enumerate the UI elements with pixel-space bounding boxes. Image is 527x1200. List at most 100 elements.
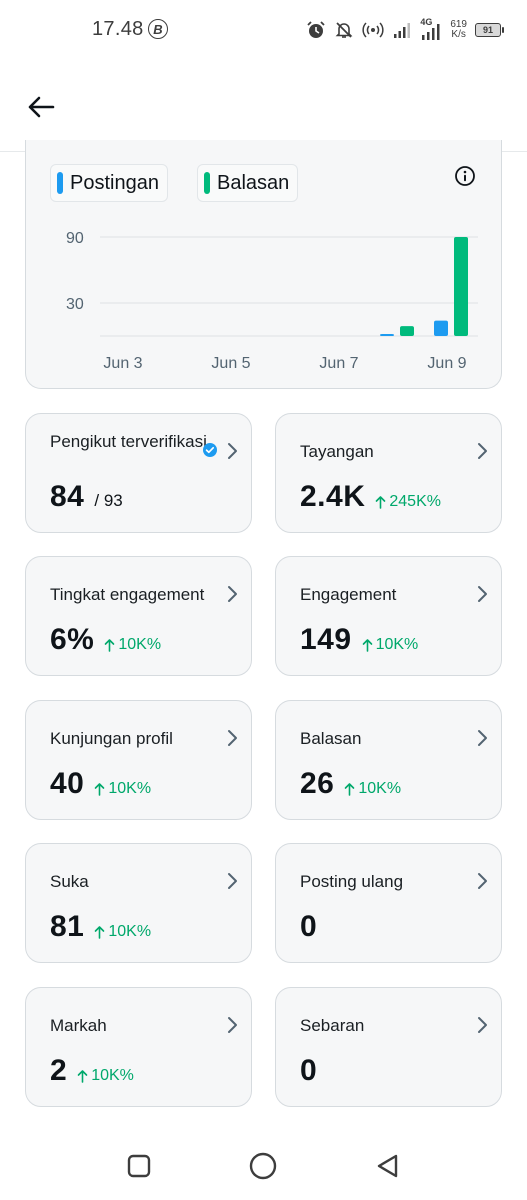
stat-value-row: 0 [300,1054,317,1088]
chevron-right-icon [478,730,487,746]
system-nav-bar [0,1128,527,1200]
mute-bell-icon [335,22,353,38]
chevron-right-icon [228,1017,237,1033]
arrow-up-icon [345,783,355,796]
stat-card[interactable]: Suka 81 10K% [25,843,252,963]
stat-value-row: 40 10K% [50,767,151,801]
stat-label: Engagement [300,585,397,604]
arrow-up-icon [95,926,105,939]
x-tick-label: Jun 9 [427,355,466,372]
bar-replies[interactable] [454,237,468,336]
legend-replies[interactable]: Balasan [197,164,299,202]
stat-change-value: 10K% [375,636,419,653]
y-tick-label: 90 [66,230,84,247]
stat-value: 0 [300,910,318,943]
stat-label: Markah [50,1016,107,1035]
arrow-up-icon [105,639,115,652]
stat-card[interactable]: Sebaran 0 [275,987,502,1107]
status-bar: 17.48 B 4G 619 K/s 91 [0,0,527,60]
stat-card[interactable]: Tayangan 2.4K 245K% [275,413,502,533]
stat-change-value: 10K% [108,780,152,797]
net-speed-unit: K/s [451,29,466,40]
chevron-right-icon [478,873,487,889]
stat-label: Sebaran [300,1016,365,1035]
stat-card[interactable]: Balasan 26 10K% [275,700,502,820]
recent-apps-button[interactable] [121,1148,157,1184]
arrow-left-icon [28,96,55,118]
arrow-up-icon [362,639,372,652]
network-4g-icon: 4G [420,17,442,41]
stat-change: 10K% [77,1067,134,1085]
app-badge-icon: B [148,19,168,39]
stat-value: 84 [50,480,85,513]
stat-change-value: 245K% [389,493,441,510]
circle-icon [249,1152,277,1180]
stat-card[interactable]: Pengikut terverifikasi 84 / 93 [25,413,252,533]
stat-change-value: 10K% [91,1067,134,1084]
hotspot-icon [362,22,384,38]
stat-label: Tayangan [300,442,374,461]
arrow-up-icon [376,496,386,509]
legend-replies-swatch [204,172,210,194]
stat-value-row: 2 10K% [50,1054,134,1088]
stat-change: 10K% [94,780,151,798]
home-button[interactable] [245,1148,281,1184]
stat-card[interactable]: Engagement 149 10K% [275,556,502,676]
chevron-right-icon [478,586,487,602]
back-button[interactable] [22,88,60,126]
stat-total: / 93 [94,491,123,510]
stat-card[interactable]: Kunjungan profil 40 10K% [25,700,252,820]
bar-replies[interactable] [400,326,414,336]
stat-value-row: 2.4K 245K% [300,480,441,514]
legend-posts[interactable]: Postingan [50,164,168,202]
bar-posts[interactable] [434,320,448,336]
stat-change-value: 10K% [108,923,152,940]
triangle-back-icon [377,1154,398,1178]
battery-level: 91 [482,25,493,35]
square-icon [127,1154,151,1178]
legend-posts-label: Postingan [70,171,159,194]
stat-value: 149 [300,623,352,656]
chevron-right-icon [228,586,237,602]
stat-card[interactable]: Tingkat engagement 6% 10K% [25,556,252,676]
chevron-right-icon [478,1017,487,1033]
chevron-right-icon [228,730,237,746]
stat-card[interactable]: Markah 2 10K% [25,987,252,1107]
stat-change-value: 10K% [118,636,162,653]
stat-value-row: 6% 10K% [50,623,161,657]
bar-posts[interactable] [380,334,394,336]
status-icons: 4G 619 K/s 91 [306,16,504,44]
battery-icon: 91 [475,23,504,37]
activity-chart-card: 90 30 Jun 3 Jun 5 Jun 7 Jun 9 Postingan Balas… [25,140,502,389]
stat-value-row: 81 10K% [50,910,151,944]
stat-value-row: 26 10K% [300,767,401,801]
stat-card[interactable]: Posting ulang 0 [275,843,502,963]
stat-label: Suka [50,872,89,891]
stat-label: Balasan [300,729,362,748]
x-tick-label: Jun 5 [211,355,250,372]
alarm-icon [307,21,325,38]
stat-value-row: 0 [300,910,317,944]
stat-value: 2.4K [300,480,366,513]
stat-label: Pengikut terverifikasi [50,432,207,451]
signal-icon [394,23,411,38]
stat-label: Posting ulang [300,872,404,891]
stat-value: 40 [50,767,85,800]
stat-change: 10K% [94,923,151,941]
stat-change: 10K% [362,636,419,654]
stat-value: 2 [50,1054,68,1087]
stat-value: 26 [300,767,335,800]
top-bar [0,60,527,152]
status-time: 17.48 [92,18,144,40]
x-tick-label: Jun 7 [319,355,358,372]
stat-change: 10K% [104,636,161,654]
stat-change: 10K% [344,780,401,798]
back-nav-button[interactable] [370,1148,406,1184]
chevron-right-icon [228,443,237,459]
arrow-up-icon [95,783,105,796]
chevron-right-icon [228,873,237,889]
stat-label: Kunjungan profil [50,729,173,748]
stat-value: 6% [50,623,95,656]
info-icon[interactable] [453,164,477,188]
stat-change-value: 10K% [358,780,402,797]
